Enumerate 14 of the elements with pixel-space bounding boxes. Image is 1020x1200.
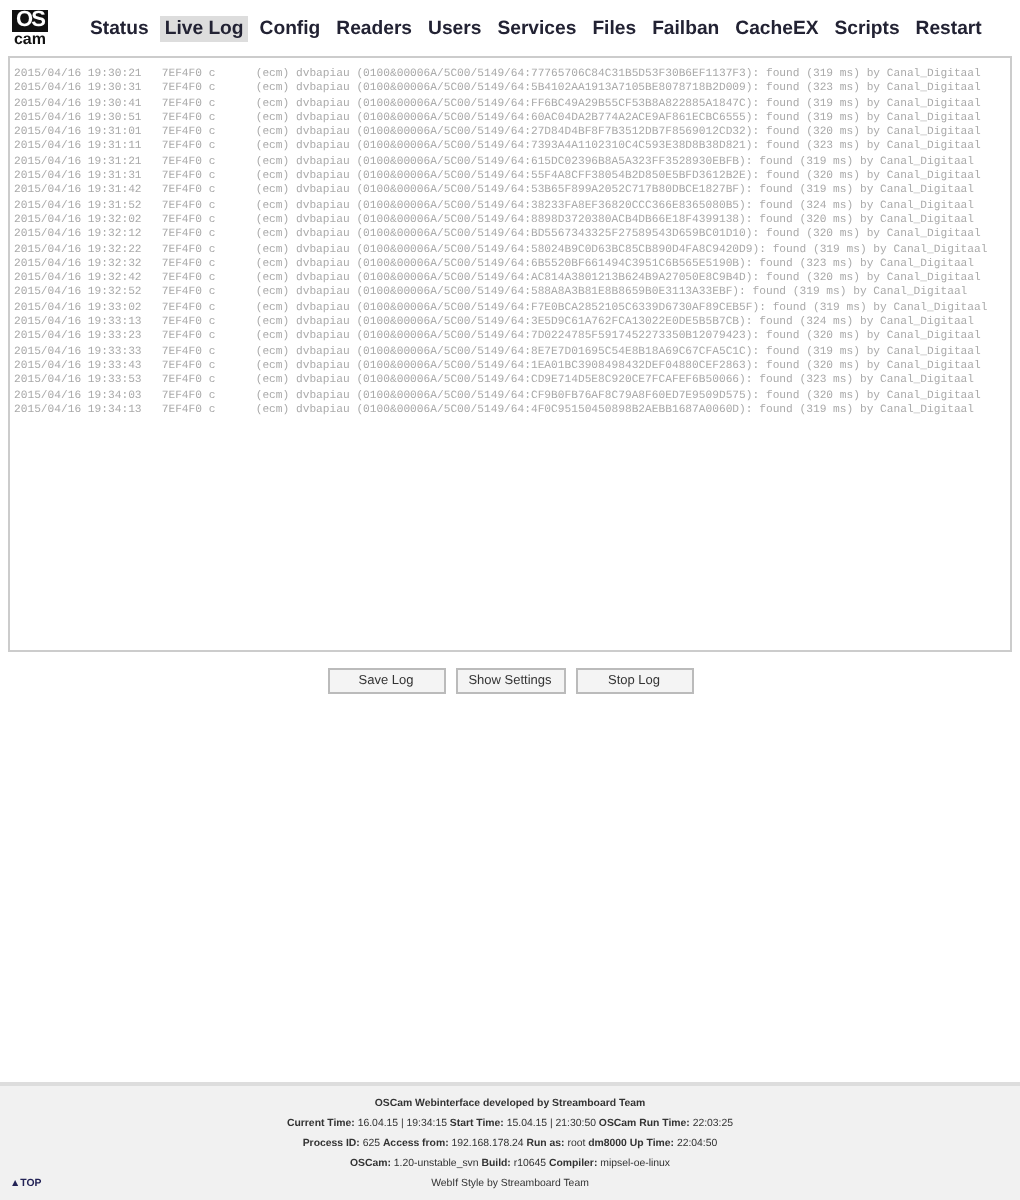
nav-tab[interactable]: Readers (332, 16, 417, 42)
oscam-logo[interactable]: OS cam (10, 10, 50, 48)
logo-text: cam (13, 32, 46, 48)
nav-tab[interactable]: Users (424, 16, 486, 42)
logo-text: OS (12, 10, 48, 32)
nav-tab[interactable]: Services (493, 16, 581, 42)
nav-tab[interactable]: Files (588, 16, 641, 42)
nav-tab[interactable]: Failban (648, 16, 724, 42)
nav-tab[interactable]: Scripts (830, 16, 904, 42)
nav-tab[interactable]: CacheEX (731, 16, 823, 42)
nav-tab[interactable]: Status (86, 16, 153, 42)
nav-tab[interactable]: Config (255, 16, 325, 42)
nav-tab[interactable]: Live Log (160, 16, 248, 42)
nav-tab[interactable]: Restart (911, 16, 986, 42)
